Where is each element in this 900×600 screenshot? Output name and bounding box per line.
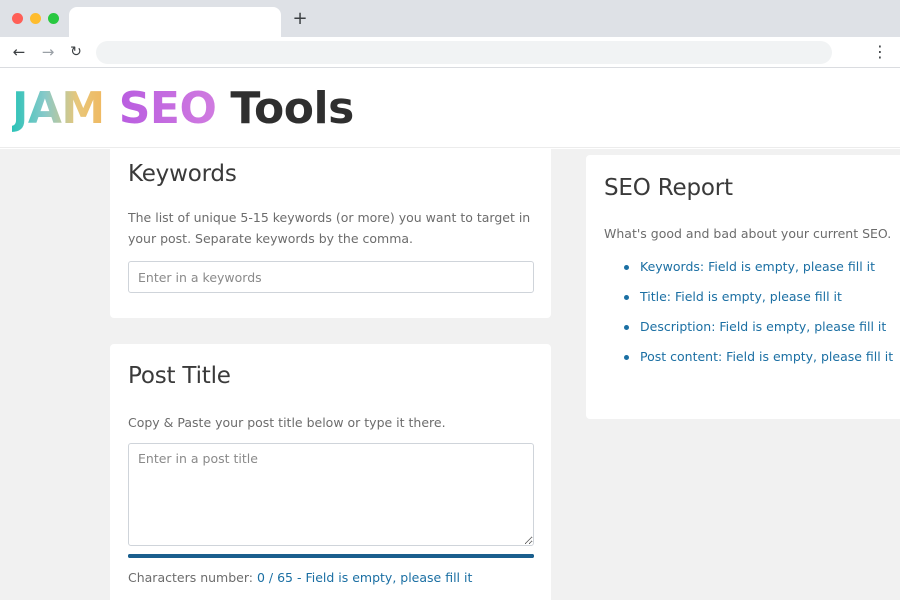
- post-title-card: Post Title Copy & Paste your post title …: [110, 344, 551, 600]
- report-item-description[interactable]: Description: Field is empty, please fill…: [623, 319, 893, 349]
- keywords-heading: Keywords: [128, 161, 237, 187]
- close-window-button[interactable]: [12, 13, 23, 24]
- characters-number-status: 0 / 65 - Field is empty, please fill it: [256, 570, 473, 585]
- minimize-window-button[interactable]: [30, 13, 41, 24]
- keywords-card: Keywords The list of unique 5-15 keyword…: [110, 149, 551, 318]
- report-item-keywords[interactable]: Keywords: Field is empty, please fill it: [623, 259, 893, 289]
- report-item-post-content[interactable]: Post content: Field is empty, please fil…: [623, 349, 893, 379]
- keywords-description: The list of unique 5-15 keywords (or mor…: [128, 210, 531, 246]
- reload-icon[interactable]: ↻: [66, 42, 86, 62]
- address-bar[interactable]: [96, 41, 832, 64]
- logo-jam-text: JAM: [12, 79, 105, 139]
- seo-report-description: What's good and bad about your current S…: [604, 226, 892, 241]
- logo-seo-text: SEO: [119, 79, 217, 139]
- post-title-description: Copy & Paste your post title below or ty…: [128, 415, 446, 430]
- site-logo[interactable]: JAM SEO Tools: [12, 79, 354, 139]
- browser-toolbar: ← → ↻ ⋮: [0, 37, 900, 68]
- seo-report-list: Keywords: Field is empty, please fill it…: [623, 259, 893, 379]
- site-header: JAM SEO Tools: [0, 69, 900, 148]
- arrow-right-icon[interactable]: →: [38, 42, 58, 62]
- title-length-progress-fill: [128, 554, 534, 558]
- kebab-menu-icon[interactable]: ⋮: [872, 42, 888, 62]
- seo-report-card: SEO Report What's good and bad about you…: [586, 155, 900, 419]
- browser-tab[interactable]: [69, 7, 281, 37]
- logo-tools-text: Tools: [230, 83, 354, 134]
- characters-number-label: Characters number:: [128, 570, 253, 585]
- post-title-heading: Post Title: [128, 363, 231, 389]
- keywords-input[interactable]: [128, 261, 534, 293]
- maximize-window-button[interactable]: [48, 13, 59, 24]
- plus-icon[interactable]: +: [291, 10, 309, 28]
- title-length-progress-bar: [128, 554, 534, 558]
- characters-number: Characters number: 0 / 65 - Field is emp…: [128, 570, 472, 585]
- report-item-title[interactable]: Title: Field is empty, please fill it: [623, 289, 893, 319]
- arrow-left-icon[interactable]: ←: [9, 42, 29, 62]
- seo-report-heading: SEO Report: [604, 175, 733, 201]
- post-title-textarea[interactable]: [128, 443, 534, 546]
- browser-tab-strip: +: [0, 0, 900, 37]
- main-content: Keywords The list of unique 5-15 keyword…: [0, 149, 900, 600]
